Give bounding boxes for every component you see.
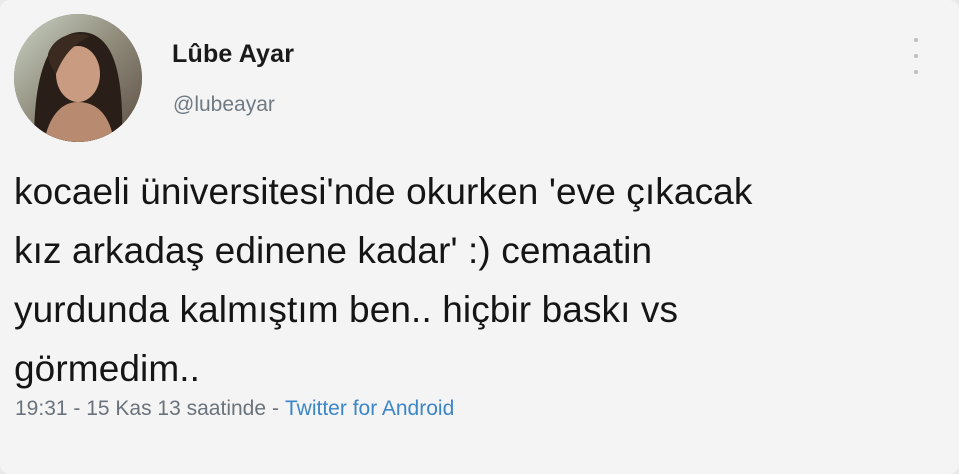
tweet-meta: 19:31 - 15 Kas 13 saatinde - Twitter for A… — [15, 397, 454, 421]
meta-separator: - — [272, 397, 280, 420]
dot — [914, 54, 918, 58]
display-name[interactable]: Lûbe Ayar — [172, 40, 294, 69]
user-handle[interactable]: @lubeayar — [173, 93, 275, 117]
dot — [914, 38, 918, 42]
avatar[interactable] — [14, 14, 142, 142]
tweet-card: Lûbe Ayar @lubeayar kocaeli üniversitesi… — [0, 0, 959, 474]
source-link[interactable]: Twitter for Android — [285, 397, 454, 420]
more-vertical-icon[interactable] — [908, 38, 924, 74]
tweet-text-line: kocaeli üniversitesi'nde okurken 'eve çı… — [14, 171, 753, 212]
timestamp[interactable]: 19:31 - 15 Kas 13 saatinde — [15, 397, 266, 420]
tweet-text-line: görmedim.. — [14, 348, 201, 389]
dot — [914, 70, 918, 74]
avatar-image — [14, 14, 142, 142]
tweet-text: kocaeli üniversitesi'nde okurken 'eve çı… — [14, 162, 914, 398]
tweet-text-line: yurdunda kalmıştım ben.. hiçbir baskı vs — [14, 289, 679, 330]
tweet-text-line: kız arkadaş edinene kadar' :) cemaatin — [14, 230, 653, 271]
